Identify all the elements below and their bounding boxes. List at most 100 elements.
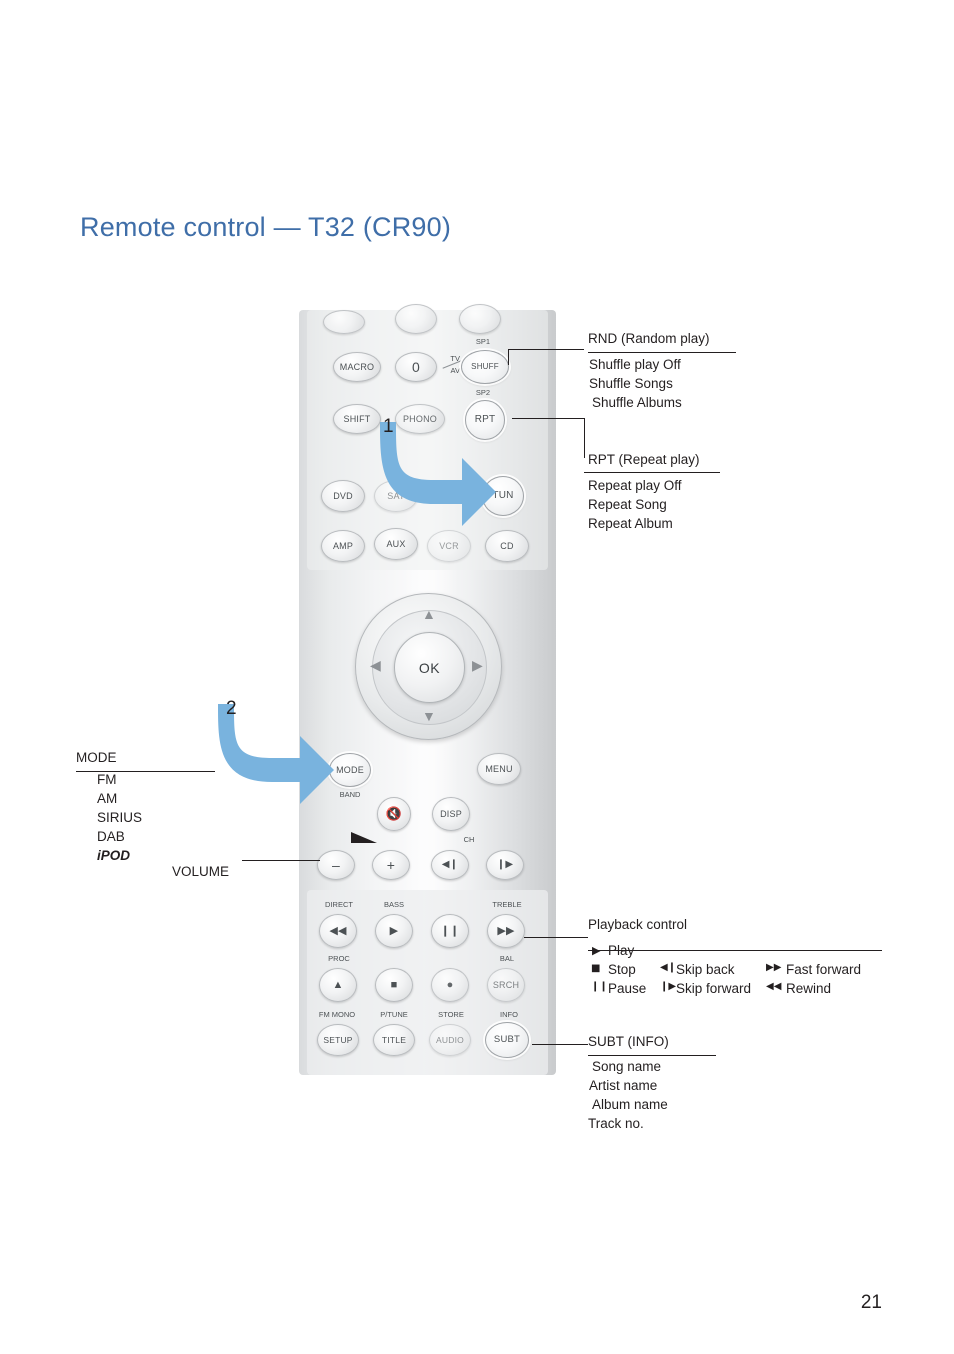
subt-underline [588, 1055, 716, 1056]
button-eject[interactable]: ▲ [319, 968, 357, 1002]
mode-callout-title: MODE [76, 750, 117, 765]
subt-item-1: Artist name [589, 1078, 658, 1093]
dpad-left-icon[interactable]: ◀ [370, 657, 381, 674]
label-info: INFO [500, 1010, 518, 1019]
playback-col3-label-0: Fast forward [786, 962, 862, 977]
button-stop[interactable]: ■ [375, 968, 413, 1002]
callout-marker-2: 2 [226, 698, 237, 719]
playback-col1-label-2: Pause [608, 981, 647, 996]
page-title-model: T32 (CR90) [308, 212, 452, 242]
button-ok[interactable]: OK [394, 632, 465, 703]
rnd-leader-line-v [508, 349, 509, 365]
button-disp[interactable]: DISP [432, 797, 470, 831]
mode-item-0: FM [97, 772, 117, 787]
button-amp[interactable]: AMP [321, 530, 365, 562]
rpt-item-1: Repeat Song [588, 497, 667, 512]
navigation-dpad[interactable]: ▲ ▼ ◀ ▶ OK [355, 593, 502, 740]
rpt-item-0: Repeat play Off [588, 478, 682, 493]
playback-col2-icon-1: ❙▶ [660, 981, 677, 992]
button-zero[interactable]: 0 [395, 352, 437, 382]
button-menu[interactable]: MENU [477, 753, 521, 785]
button-pause[interactable]: ❙❙ [431, 914, 469, 948]
playback-col1-label-1: Stop [608, 962, 636, 977]
mode-item-1: AM [97, 791, 118, 806]
subt-leader-line [532, 1044, 588, 1045]
rpt-underline [584, 472, 720, 473]
playback-col1-label-0: Play [608, 943, 635, 958]
rpt-leader-line-v [584, 418, 585, 458]
subt-item-3: Track no. [588, 1116, 644, 1131]
label-av: AV [450, 366, 460, 375]
rnd-callout-title: RND (Random play) [588, 331, 710, 346]
button-audio[interactable]: AUDIO [429, 1024, 471, 1056]
mode-item-3: DAB [97, 829, 125, 844]
subt-item-2: Album name [592, 1097, 668, 1112]
label-fm-mono: FM MONO [318, 1010, 356, 1019]
playback-callout-title: Playback control [588, 917, 688, 932]
label-sp1: SP1 [475, 337, 491, 346]
label-bal: BAL [499, 954, 515, 963]
button-macro[interactable]: MACRO [333, 352, 381, 382]
rpt-leader-line-h [512, 418, 584, 419]
label-store: STORE [438, 1010, 464, 1019]
dpad-up-icon[interactable]: ▲ [422, 606, 436, 622]
button-skip-back[interactable]: ◀❙ [431, 850, 469, 880]
label-proc: PROC [328, 954, 350, 963]
mode-item-2: SIRIUS [97, 810, 143, 825]
mode-item-4: iPOD [97, 848, 131, 863]
button-title[interactable]: TITLE [373, 1024, 415, 1056]
button-row0-left[interactable] [323, 310, 365, 334]
button-row0-right[interactable] [459, 304, 501, 334]
playback-col1-icon-0: ▶ [592, 944, 601, 957]
playback-col3-icon-0: ▶▶ [766, 962, 782, 973]
volume-callout-title: VOLUME [172, 864, 230, 879]
page-title: Remote control — T32 (CR90) [80, 212, 451, 243]
button-srch[interactable]: SRCH [487, 968, 525, 1002]
button-setup[interactable]: SETUP [317, 1024, 359, 1056]
volume-indicator-icon [351, 832, 377, 843]
button-fast-forward[interactable]: ▶▶ [487, 914, 525, 948]
rpt-callout-title: RPT (Repeat play) [588, 452, 700, 467]
button-rewind[interactable]: ◀◀ [319, 914, 357, 948]
label-p-tune: P/TUNE [380, 1010, 408, 1019]
rnd-item-1: Shuffle Songs [589, 376, 673, 391]
button-row0-mid[interactable] [395, 304, 437, 334]
button-shift[interactable]: SHIFT [333, 404, 381, 434]
label-treble: TREBLE [492, 900, 522, 909]
label-ch: CH [463, 835, 475, 844]
label-bass: BASS [383, 900, 404, 909]
playback-leader-line [524, 937, 588, 938]
button-record[interactable]: ● [431, 968, 469, 1002]
dpad-right-icon[interactable]: ▶ [472, 657, 483, 674]
page-root: Remote control — T32 (CR90) 21 SP1 MACRO… [0, 0, 954, 1354]
playback-col3-icon-1: ◀◀ [766, 981, 782, 992]
callout-arrow-1-icon [380, 422, 496, 526]
rpt-item-2: Repeat Album [588, 516, 673, 531]
label-sp2: SP2 [475, 388, 491, 397]
rnd-item-2: Shuffle Albums [592, 395, 682, 410]
button-play[interactable]: ▶ [375, 914, 413, 948]
button-volume-down[interactable]: – [317, 850, 355, 880]
button-shuff[interactable]: SHUFF [461, 350, 509, 384]
playback-col2-label-1: Skip forward [676, 981, 752, 996]
rnd-leader-line-h [508, 349, 584, 350]
page-number: 21 [860, 1292, 882, 1313]
playback-col1-icon-1: ■ [591, 963, 601, 974]
label-direct: DIRECT [325, 900, 353, 909]
dpad-down-icon[interactable]: ▼ [422, 708, 436, 724]
playback-col3-label-1: Rewind [786, 981, 832, 996]
subt-callout-title: SUBT (INFO) [588, 1034, 669, 1049]
mute-icon[interactable]: 🔇 [377, 797, 411, 831]
button-volume-up[interactable]: + [372, 850, 410, 880]
subt-item-0: Song name [592, 1059, 662, 1074]
playback-col1-icon-2: ❙❙ [591, 981, 608, 992]
page-title-separator: — [273, 212, 301, 242]
button-subt[interactable]: SUBT [485, 1022, 529, 1058]
playback-col2-label-0: Skip back [676, 962, 735, 977]
button-skip-forward[interactable]: ❙▶ [486, 850, 524, 880]
button-dvd[interactable]: DVD [321, 480, 365, 512]
callout-marker-1: 1 [383, 416, 394, 437]
playback-col2-icon-0: ◀❙ [660, 962, 677, 973]
volume-leader-line [242, 860, 320, 861]
mute-glyph: 🔇 [385, 806, 403, 822]
